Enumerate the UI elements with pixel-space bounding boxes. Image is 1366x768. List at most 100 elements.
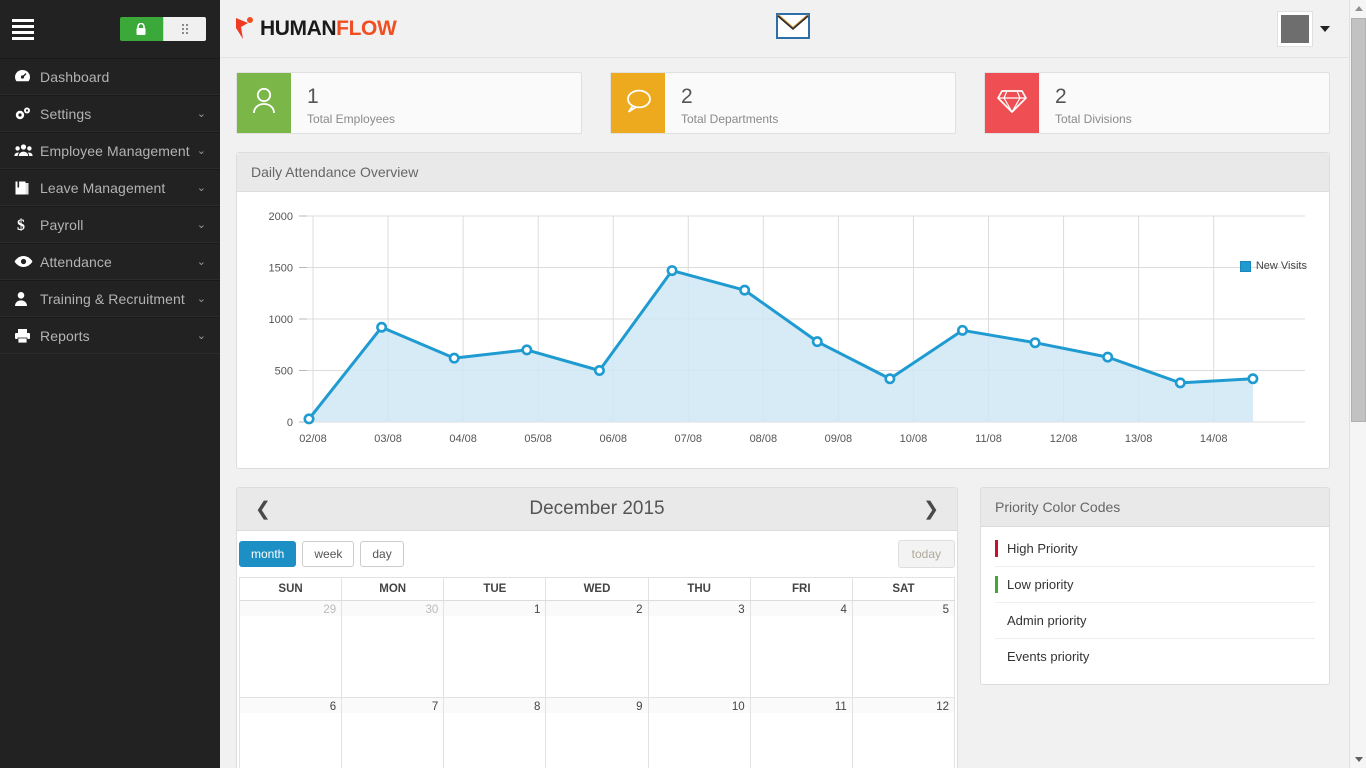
eye-icon (14, 255, 40, 268)
sidebar-item-reports[interactable]: Reports ⌄ (0, 317, 220, 354)
calendar-day-cell[interactable]: 1 (443, 600, 547, 698)
stat-value: 2 (1055, 85, 1067, 109)
scroll-down-arrow-icon[interactable] (1350, 751, 1366, 768)
grip-icon[interactable] (162, 17, 206, 41)
calendar-view-day[interactable]: day (360, 541, 404, 567)
sidebar-item-leave-management[interactable]: Leave Management ⌄ (0, 169, 220, 206)
priority-list-item[interactable]: Admin priority (995, 603, 1315, 639)
priority-color-bar (995, 540, 998, 557)
sidebar-item-label: Employee Management (40, 142, 190, 159)
priority-list-item[interactable]: Low priority (995, 567, 1315, 603)
stat-card-total-divisions[interactable]: 2 Total Divisions (984, 72, 1330, 134)
calendar-weekday: THU (647, 577, 751, 601)
calendar-day-number: 6 (240, 698, 342, 713)
chevron-down-icon[interactable] (1320, 25, 1330, 32)
svg-text:07/08: 07/08 (675, 433, 703, 445)
calendar-day-cell[interactable]: 5 (851, 600, 956, 698)
calendar-day-cell[interactable]: 8 (443, 697, 547, 768)
sidebar-nav: Dashboard Settings ⌄ Employee Management… (0, 58, 220, 354)
attendance-chart[interactable]: 0 500 1000 1500 2000 02/08 03/08 04/08 05/08 06/0… (251, 202, 1315, 454)
calendar-header: ❮ December 2015 ❯ (237, 488, 957, 531)
sidebar-item-attendance[interactable]: Attendance ⌄ (0, 243, 220, 280)
chevron-down-icon: ⌄ (196, 219, 206, 231)
sidebar-item-label: Attendance (40, 253, 112, 270)
calendar-day-number: 11 (750, 698, 852, 713)
priority-color-codes-panel: Priority Color Codes High Priority Low pr… (980, 487, 1330, 685)
chevron-right-icon[interactable]: ❯ (923, 500, 939, 519)
calendar-day-cell[interactable]: 4 (749, 600, 853, 698)
calendar-view-week[interactable]: week (302, 541, 355, 567)
chevron-left-icon[interactable]: ❮ (255, 500, 271, 519)
stat-icon-wrap (985, 73, 1039, 133)
priority-list-item[interactable]: High Priority (995, 531, 1315, 567)
priority-label: Events priority (1007, 649, 1090, 664)
stat-icon-wrap (237, 73, 291, 133)
svg-text:04/08: 04/08 (449, 433, 477, 445)
stat-body: 2 Total Divisions (1039, 73, 1132, 133)
user-icon (14, 291, 40, 307)
svg-text:11/08: 11/08 (975, 433, 1002, 445)
chevron-down-icon: ⌄ (196, 293, 206, 305)
calendar-day-number: 3 (648, 601, 750, 616)
panel-title: Daily Attendance Overview (237, 153, 1329, 192)
priority-list: High Priority Low priority Admin priority E… (981, 527, 1329, 684)
calendar-day-cell[interactable]: 7 (341, 697, 445, 768)
scroll-up-arrow-icon[interactable] (1350, 0, 1366, 17)
calendar-weekday: SUN (238, 577, 343, 601)
calendar-day-cell[interactable]: 9 (545, 697, 649, 768)
sidebar-item-employee-management[interactable]: Employee Management ⌄ (0, 132, 220, 169)
sidebar-item-dashboard[interactable]: Dashboard (0, 58, 220, 95)
chart-legend[interactable]: New Visits (1239, 260, 1307, 272)
svg-text:05/08: 05/08 (524, 433, 552, 445)
sidebar-item-payroll[interactable]: $ Payroll ⌄ (0, 206, 220, 243)
printer-icon (14, 328, 40, 344)
calendar-day-cell[interactable]: 30 (341, 600, 445, 698)
page-scrollbar[interactable] (1349, 0, 1366, 768)
lock-icon[interactable] (120, 17, 163, 41)
chevron-down-icon: ⌄ (196, 145, 206, 157)
svg-text:2000: 2000 (269, 211, 293, 223)
app-logo[interactable]: HUMAN FLOW (234, 16, 397, 42)
panel-body: 0 500 1000 1500 2000 02/08 03/08 04/08 05/08 06/0… (237, 192, 1329, 468)
stat-value: 1 (307, 85, 319, 109)
stat-card-total-departments[interactable]: 2 Total Departments (610, 72, 956, 134)
attendance-chart-panel: Daily Attendance Overview 0 500 1000 1500 20… (236, 152, 1330, 469)
envelope-icon[interactable] (776, 13, 810, 44)
person-outline-icon (251, 86, 277, 121)
svg-text:10/08: 10/08 (900, 433, 928, 445)
scrollbar-thumb[interactable] (1351, 18, 1366, 422)
stat-label: Total Employees (307, 111, 396, 126)
calendar-day-cell[interactable]: 6 (238, 697, 343, 768)
calendar-day-cell[interactable]: 11 (749, 697, 853, 768)
sidebar-item-label: Dashboard (40, 68, 110, 85)
dollar-icon: $ (14, 216, 40, 233)
sidebar-toggle-group[interactable] (120, 17, 206, 41)
calendar-day-cell[interactable]: 12 (851, 697, 956, 768)
bottom-row: ❮ December 2015 ❯ month week day today S… (236, 487, 1330, 768)
diamond-icon (996, 87, 1028, 120)
calendar-view-month[interactable]: month (239, 541, 297, 567)
calendar-day-cell[interactable]: 10 (647, 697, 751, 768)
user-menu[interactable] (1278, 11, 1330, 46)
calendar-day-cell[interactable]: 3 (647, 600, 751, 698)
calendar-day-cell[interactable]: 29 (238, 600, 343, 698)
sidebar-item-settings[interactable]: Settings ⌄ (0, 95, 220, 132)
hamburger-icon[interactable] (12, 18, 34, 40)
priority-list-item[interactable]: Events priority (995, 639, 1315, 674)
app-root: Dashboard Settings ⌄ Employee Management… (0, 0, 1366, 768)
calendar-day-cell[interactable]: 2 (545, 600, 649, 698)
users-icon (14, 143, 40, 158)
logo-text-primary: HUMAN (260, 16, 337, 40)
calendar-view-buttons: month week day (239, 541, 410, 567)
calendar-day-number: 29 (240, 601, 342, 616)
stat-card-total-employees[interactable]: 1 Total Employees (236, 72, 582, 134)
avatar[interactable] (1278, 11, 1312, 46)
sidebar-item-label: Training & Recruitment (40, 290, 185, 307)
priority-label: Admin priority (1007, 613, 1087, 628)
sidebar-item-training-recruitment[interactable]: Training & Recruitment ⌄ (0, 280, 220, 317)
calendar-today-button[interactable]: today (897, 540, 955, 568)
sidebar-item-label: Reports (40, 327, 90, 344)
svg-text:$: $ (17, 217, 25, 233)
priority-color-bar (995, 576, 998, 593)
calendar-panel: ❮ December 2015 ❯ month week day today S… (236, 487, 958, 768)
